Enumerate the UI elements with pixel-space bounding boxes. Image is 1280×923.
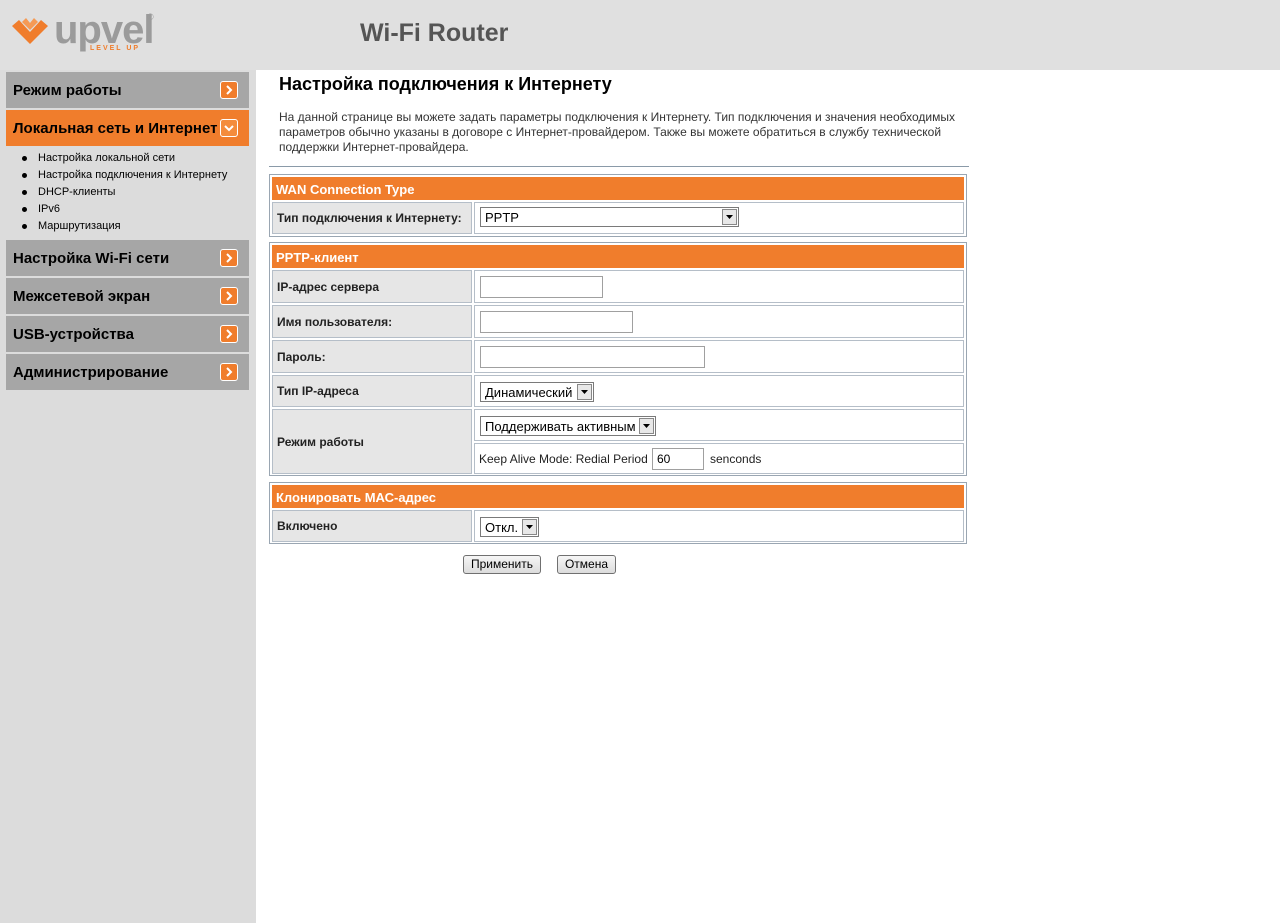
dropdown-arrow-icon <box>722 209 737 225</box>
chevron-right-icon <box>220 325 238 343</box>
form-row: IP-адрес сервера <box>272 270 964 303</box>
field-value: Keep Alive Mode: Redial Period senconds <box>474 443 964 474</box>
keepalive-unit: senconds <box>710 452 762 466</box>
select-value: Откл. <box>485 520 519 535</box>
bullet-icon <box>22 224 27 229</box>
logo-tagline: LEVEL UP <box>90 45 141 52</box>
mac-clone-section: Клонировать МАС-адрес Включено Откл. <box>269 482 967 544</box>
form-row: Режим работы Поддерживать активным Keep … <box>272 409 964 474</box>
field-label: Тип IP-адреса <box>272 375 472 407</box>
chevron-right-icon <box>220 363 238 381</box>
select-value: Поддерживать активным <box>485 419 636 434</box>
page-title: Настройка подключения к Интернету <box>279 74 612 94</box>
connection-mode-select[interactable]: Поддерживать активным <box>480 416 656 436</box>
registered-mark: ® <box>147 12 154 22</box>
connection-type-select[interactable]: PPTP <box>480 207 739 227</box>
subnav-item-label: DHCP-клиенты <box>38 186 116 198</box>
subnav-item-label: Настройка локальной сети <box>38 152 176 164</box>
bullet-icon <box>22 190 27 195</box>
nav-item-mode[interactable]: Режим работы <box>6 72 249 108</box>
app-title: Wi-Fi Router <box>360 19 509 47</box>
dropdown-arrow-icon <box>577 384 592 400</box>
mac-clone-select[interactable]: Откл. <box>480 517 539 537</box>
sidebar: Режим работы Локальная сеть и Интернет Н… <box>0 70 256 923</box>
upvel-logo-mark-icon <box>12 18 48 44</box>
section-header: WAN Connection Type <box>272 177 964 200</box>
field-label: Включено <box>272 510 472 542</box>
field-label: Режим работы <box>272 409 472 474</box>
subnav-item-label: Настройка подключения к Интернету <box>38 169 228 181</box>
main-content: Настройка подключения к Интернету На дан… <box>256 70 1280 923</box>
field-value: PPTP <box>474 202 964 234</box>
field-label: IP-адрес сервера <box>272 270 472 303</box>
password-input[interactable] <box>480 346 705 368</box>
chevron-right-icon <box>220 81 238 99</box>
field-value: Откл. <box>474 510 964 542</box>
field-value: Поддерживать активным <box>474 409 964 441</box>
pptp-client-section: PPTP-клиент IP-адрес сервера Имя пользов… <box>269 242 967 476</box>
page-description: На данной странице вы можете задать пара… <box>279 110 955 154</box>
dropdown-arrow-icon <box>522 519 537 535</box>
upvel-logo: upvel ® LEVEL UP <box>10 8 160 56</box>
field-label: Пароль: <box>272 340 472 373</box>
bullet-icon <box>22 156 27 161</box>
top-header: upvel ® LEVEL UP Wi-Fi Router <box>0 0 1280 70</box>
chevron-right-icon <box>220 249 238 267</box>
field-label: Тип подключения к Интернету: <box>272 202 472 234</box>
form-row: Тип подключения к Интернету: PPTP <box>272 202 964 234</box>
bullet-icon <box>22 207 27 212</box>
nav-item-administration[interactable]: Администрирование <box>6 354 249 390</box>
nav-item-label: USB-устройства <box>13 326 134 343</box>
nav-item-label: Администрирование <box>13 364 169 381</box>
nav-item-label: Режим работы <box>13 82 122 99</box>
field-value: Динамический <box>474 375 964 407</box>
section-header: PPTP-клиент <box>272 245 964 268</box>
section-header: Клонировать МАС-адрес <box>272 485 964 508</box>
nav-item-lan-internet[interactable]: Локальная сеть и Интернет <box>6 110 249 146</box>
select-value: Динамический <box>485 385 573 400</box>
subnav-item-label: Маршрутизация <box>38 220 121 232</box>
nav-item-firewall[interactable]: Межсетевой экран <box>6 278 249 314</box>
form-row: Тип IP-адреса Динамический <box>272 375 964 407</box>
field-value <box>474 340 964 373</box>
wan-connection-section: WAN Connection Type Тип подключения к Ин… <box>269 174 967 237</box>
form-row: Пароль: <box>272 340 964 373</box>
field-value <box>474 270 964 303</box>
username-input[interactable] <box>480 311 633 333</box>
apply-button[interactable]: Применить <box>463 555 541 574</box>
chevron-down-icon <box>220 119 238 137</box>
cancel-button[interactable]: Отмена <box>557 555 616 574</box>
nav-item-label: Локальная сеть и Интернет <box>13 120 218 137</box>
nav-item-usb[interactable]: USB-устройства <box>6 316 249 352</box>
redial-period-input[interactable] <box>652 448 704 470</box>
bullet-icon <box>22 173 27 178</box>
subnav-item-label: IPv6 <box>38 203 61 215</box>
select-value: PPTP <box>485 210 519 225</box>
keepalive-label: Keep Alive Mode: Redial Period <box>479 452 648 466</box>
chevron-right-icon <box>220 287 238 305</box>
dropdown-arrow-icon <box>639 418 654 434</box>
divider <box>269 166 969 167</box>
nav-item-wifi[interactable]: Настройка Wi-Fi сети <box>6 240 249 276</box>
ip-type-select[interactable]: Динамический <box>480 382 594 402</box>
server-ip-input[interactable] <box>480 276 603 298</box>
nav-item-label: Межсетевой экран <box>13 288 151 305</box>
form-row: Имя пользователя: <box>272 305 964 338</box>
nav-item-label: Настройка Wi-Fi сети <box>13 250 170 267</box>
form-row: Включено Откл. <box>272 510 964 542</box>
field-label: Имя пользователя: <box>272 305 472 338</box>
field-value <box>474 305 964 338</box>
